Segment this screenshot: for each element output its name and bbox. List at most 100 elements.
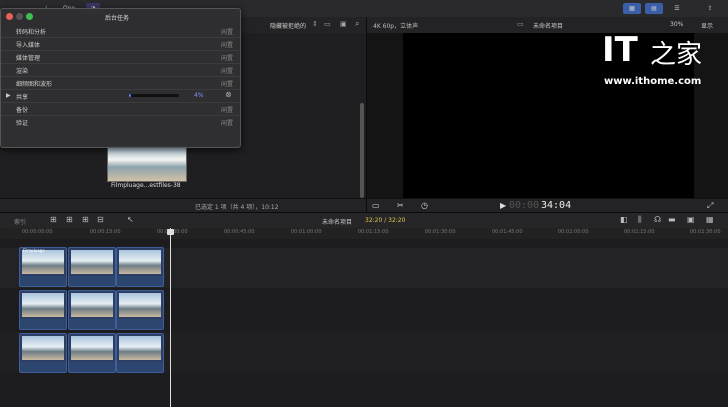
share-progress-fill (129, 94, 131, 97)
clip-thumbnail (119, 293, 161, 317)
ruler-tick-label: 00:00:00:00 (22, 229, 53, 235)
zoom-popup[interactable]: 30% (670, 21, 683, 28)
timeline-clip[interactable] (68, 247, 116, 287)
disclosure-triangle-icon[interactable]: ▶ (6, 92, 11, 99)
fullscreen-icon[interactable]: ⤢ (707, 201, 713, 211)
enhance-icon[interactable]: ✂ (397, 201, 404, 210)
task-row-share[interactable]: ▶ 共享 4% ⊗ (1, 90, 240, 103)
ruler-tick-label: 00:01:45:00 (492, 229, 523, 235)
pane-divider[interactable] (366, 17, 367, 212)
ithome-watermark: IT 之家 www.ithome.com (600, 30, 720, 100)
share-progress-percent: 4% (194, 92, 204, 99)
timeline-clip[interactable] (116, 333, 164, 373)
background-tasks-window: 后台任务 转码和分析 闲置 导入媒体 闲置 媒体管理 闲置 渲染 闲置 细频图和… (0, 8, 241, 148)
headphones-icon[interactable]: ☊ (654, 215, 661, 224)
task-label: 渲染 (16, 68, 29, 75)
clip-thumbnail (22, 293, 64, 317)
snapping-icon[interactable]: ▬ (668, 215, 676, 224)
timeline-project-name: 未命名项目 (322, 219, 353, 226)
task-state: 闲置 (220, 68, 233, 75)
playhead-handle[interactable] (167, 229, 174, 235)
clip-audio-band (69, 276, 115, 286)
connect-clip-icon[interactable]: ⊞ (50, 215, 57, 224)
browser-status-bar: 已选定 1 项（共 4 项），10:12 (0, 198, 366, 213)
task-label: 媒体管理 (16, 55, 41, 62)
cancel-task-icon[interactable]: ⊗ (225, 90, 232, 99)
ruler-tick-label: 00:02:30:00 (690, 229, 721, 235)
clip-thumbnail (22, 336, 64, 360)
timeline-clip[interactable] (19, 290, 67, 330)
filmstrip-icon[interactable]: ▭ (324, 20, 331, 28)
task-row-verify[interactable]: 验证 闲置 (1, 116, 240, 128)
filter-popup[interactable]: 隐藏被拒绝的 (270, 21, 306, 30)
share-progress-bar (129, 94, 179, 97)
viewer-controls: ▭ ✂ ◷ ▶ 00:00 34:04 ⤢ (367, 198, 728, 213)
task-row-transcode[interactable]: 转码和分析 闲置 (1, 25, 240, 38)
clip-audio-band (117, 362, 163, 372)
play-icon[interactable]: ▶ (500, 201, 506, 210)
task-row-thumbnails[interactable]: 细频图和波形 闲置 (1, 77, 240, 90)
task-label: 导入媒体 (16, 42, 41, 49)
playhead[interactable] (170, 228, 171, 407)
timeline-clip[interactable] (116, 247, 164, 287)
browser-clip-name: Filmpluage...estfiles-38 (111, 182, 181, 189)
watermark-url: www.ithome.com (604, 76, 702, 87)
clip-appearance-icon[interactable]: ▣ (340, 20, 347, 28)
clip-thumbnail (119, 250, 161, 274)
minimize-window-button[interactable] (16, 13, 23, 20)
task-row-media-management[interactable]: 媒体管理 闲置 (1, 51, 240, 64)
chevron-updown-icon: ⇕ (312, 20, 318, 28)
task-label: 备份 (16, 107, 29, 114)
effects-browser-icon[interactable]: ▦ (706, 215, 714, 224)
clip-audio-band (20, 362, 66, 372)
browser-clip-thumbnail[interactable] (107, 145, 187, 182)
timeline-layout-icon[interactable]: ▤ (645, 3, 663, 14)
timeline-clip[interactable]: Filmpluage (19, 247, 67, 287)
search-icon[interactable]: ⌕ (355, 19, 359, 29)
library-layout-icon[interactable]: ▦ (623, 3, 641, 14)
task-state: 闲置 (220, 120, 233, 127)
browser-header: 隐藏被拒绝的 ⇕ ▭ ▣ ⌕ (240, 17, 366, 33)
timeline-clip[interactable] (68, 290, 116, 330)
clip-audio-band (69, 319, 115, 329)
clip-audio-band (69, 362, 115, 372)
timeline-duration: 32:20 / 32:20 (365, 217, 406, 224)
clip-appearance-timeline-icon[interactable]: ▣ (687, 215, 695, 224)
transform-icon[interactable]: ▭ (372, 201, 380, 210)
append-clip-icon[interactable]: ⊞ (82, 215, 89, 224)
share-icon[interactable]: ⇪ (703, 3, 717, 14)
task-state: 闲置 (220, 107, 233, 114)
audio-meter-icon[interactable]: ◧ (620, 215, 628, 224)
task-row-render[interactable]: 渲染 闲置 (1, 64, 240, 77)
clip-audio-band (20, 276, 66, 286)
timecode-display[interactable]: 34:04 (541, 200, 571, 211)
timeline-clip[interactable] (116, 290, 164, 330)
watermark-letters: IT (602, 30, 638, 70)
select-tool-icon[interactable]: ↖ (127, 215, 134, 224)
clip-title: Filmpluage (23, 248, 45, 253)
browser-scrollbar[interactable] (360, 103, 364, 198)
overwrite-clip-icon[interactable]: ⊟ (97, 215, 104, 224)
clip-thumbnail (71, 293, 113, 317)
timeline-clip[interactable] (19, 333, 67, 373)
ruler-tick-label: 00:02:00:00 (558, 229, 589, 235)
clip-audio-band (117, 319, 163, 329)
view-popup[interactable]: 显示 (701, 21, 713, 30)
window-title: 后台任务 (105, 15, 130, 22)
watermark-char: 之家 (650, 40, 703, 70)
task-label: 验证 (16, 120, 29, 127)
skimming-icon[interactable]: ⫼ (638, 215, 642, 225)
inspector-toggle-icon[interactable]: ☰ (670, 3, 684, 14)
timeline-clip[interactable] (68, 333, 116, 373)
zoom-window-button[interactable] (26, 13, 33, 20)
viewer-project-name: 未命名项目 (533, 23, 564, 30)
ruler-tick-label: 00:02:15:00 (624, 229, 655, 235)
task-row-backup[interactable]: 备份 闲置 (1, 103, 240, 116)
insert-clip-icon[interactable]: ⊞ (66, 215, 73, 224)
close-window-button[interactable] (6, 13, 13, 20)
retime-icon[interactable]: ◷ (421, 201, 428, 210)
task-label: 细频图和波形 (16, 81, 53, 88)
timecode-dim: 00:00 (509, 200, 540, 211)
index-button[interactable]: 索引 (14, 217, 26, 226)
task-row-import[interactable]: 导入媒体 闲置 (1, 38, 240, 51)
